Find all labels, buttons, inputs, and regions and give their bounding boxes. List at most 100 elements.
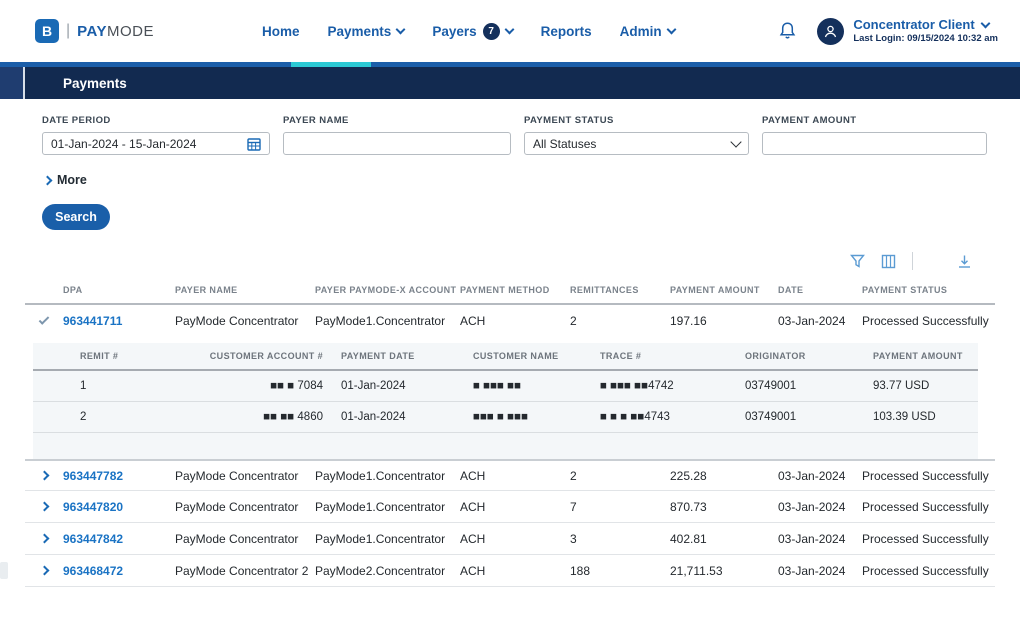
cell-method: ACH <box>460 469 570 483</box>
nav-admin-label: Admin <box>620 24 662 39</box>
cell-status: Processed Successfully <box>862 500 995 514</box>
table-row: 963468472 PayMode Concentrator 2 PayMode… <box>25 555 995 587</box>
col-date[interactable]: DATE <box>778 285 862 295</box>
remittance-subtable: REMIT # CUSTOMER ACCOUNT # PAYMENT DATE … <box>33 343 978 459</box>
subtable-row: 1 ■■ ■ 7084 01-Jan-2024 ■ ■■■ ■■ ■ ■■■ ■… <box>33 371 978 402</box>
search-button[interactable]: Search <box>42 204 110 230</box>
nav-admin[interactable]: Admin <box>620 24 675 39</box>
dpa-link[interactable]: 963468472 <box>63 564 175 578</box>
more-filters-toggle[interactable]: More <box>44 173 1020 187</box>
cell-remittances: 2 <box>570 469 670 483</box>
nav-payments[interactable]: Payments <box>328 24 405 39</box>
chevron-right-icon <box>39 471 49 481</box>
date-period-input[interactable] <box>42 132 270 155</box>
chevron-down-icon <box>980 18 990 28</box>
dpa-link[interactable]: 963447782 <box>63 469 175 483</box>
cell-date: 03-Jan-2024 <box>778 500 862 514</box>
expand-row-button[interactable] <box>25 535 63 542</box>
subcol-amount: PAYMENT AMOUNT <box>873 351 978 361</box>
cell-remittances: 2 <box>570 314 670 328</box>
cell-payer-name: PayMode Concentrator <box>175 469 315 483</box>
subtable-header-row: REMIT # CUSTOMER ACCOUNT # PAYMENT DATE … <box>33 343 978 371</box>
expand-row-button[interactable] <box>25 503 63 510</box>
nav-reports[interactable]: Reports <box>541 24 592 39</box>
collapse-row-button[interactable] <box>25 320 63 322</box>
col-dpa[interactable]: DPA <box>63 285 175 295</box>
subcell-remit: 1 <box>80 380 208 392</box>
payment-status-value: All Statuses <box>533 137 596 151</box>
expand-row-button[interactable] <box>25 472 63 479</box>
page-title: Payments <box>63 76 127 91</box>
subcol-remit: REMIT # <box>80 351 208 361</box>
table-header-row: DPA PAYER NAME PAYER PAYMODE-X ACCOUNT P… <box>25 285 995 305</box>
payer-name-input-wrap <box>283 132 511 155</box>
dpa-link[interactable]: 963441711 <box>63 314 175 328</box>
cell-method: ACH <box>460 314 570 328</box>
nav-home[interactable]: Home <box>262 24 300 39</box>
main-nav: Home Payments Payers 7 Reports Admin <box>262 23 675 40</box>
filter-icon[interactable] <box>850 254 865 269</box>
col-status[interactable]: PAYMENT STATUS <box>862 285 995 295</box>
brand-name: PAYMODE <box>77 23 154 40</box>
subcell-payment-date: 01-Jan-2024 <box>341 411 473 423</box>
user-name: Concentrator Client <box>853 17 974 33</box>
download-icon[interactable] <box>957 254 972 269</box>
payer-name-label: PAYER NAME <box>283 115 511 126</box>
brand-logo[interactable]: B | PAYMODE <box>35 19 154 43</box>
date-period-label: DATE PERIOD <box>42 115 270 126</box>
calendar-icon[interactable] <box>247 137 261 151</box>
chevron-down-icon <box>396 24 406 34</box>
payment-status-select[interactable]: All Statuses <box>524 132 749 155</box>
filters-section: DATE PERIOD PAYER NAME PAYMENT STATUS Al… <box>0 99 1020 155</box>
cell-amount: 870.73 <box>670 500 778 514</box>
nav-home-label: Home <box>262 24 300 39</box>
notifications-bell-icon[interactable] <box>778 21 797 41</box>
subcell-customer-account: ■■ ■ 7084 <box>208 380 341 392</box>
nav-payers[interactable]: Payers 7 <box>432 23 512 40</box>
cell-method: ACH <box>460 564 570 578</box>
active-tab-indicator <box>291 62 371 67</box>
table-row: 963441711 PayMode Concentrator PayMode1.… <box>25 305 995 337</box>
chevron-right-icon <box>43 175 53 185</box>
nav-payers-label: Payers <box>432 24 476 39</box>
dpa-link[interactable]: 963447842 <box>63 532 175 546</box>
expand-row-button[interactable] <box>25 567 63 574</box>
subcell-amount: 93.77 USD <box>873 380 978 392</box>
last-login: Last Login: 09/15/2024 10:32 am <box>853 33 998 45</box>
subcell-originator: 03749001 <box>745 411 873 423</box>
check-icon <box>39 314 50 325</box>
col-account[interactable]: PAYER PAYMODE-X ACCOUNT <box>315 285 460 295</box>
user-texts: Concentrator Client Last Login: 09/15/20… <box>853 17 998 45</box>
col-amount[interactable]: PAYMENT AMOUNT <box>670 285 778 295</box>
subcell-payment-date: 01-Jan-2024 <box>341 380 473 392</box>
brand-logo-icon: B <box>35 19 59 43</box>
subcol-customer-name: CUSTOMER NAME <box>473 351 600 361</box>
brand-divider: | <box>66 22 70 40</box>
dpa-link[interactable]: 963447820 <box>63 500 175 514</box>
date-period-value[interactable] <box>51 137 241 151</box>
payment-status-field: PAYMENT STATUS All Statuses <box>524 115 749 155</box>
chevron-right-icon <box>39 534 49 544</box>
page-title-bar: Payments <box>0 67 1020 99</box>
payment-amount-input[interactable] <box>771 137 978 151</box>
table-toolbar <box>0 251 972 271</box>
columns-icon[interactable] <box>881 254 896 269</box>
cell-account: PayMode1.Concentrator <box>315 314 460 328</box>
cell-account: PayMode2.Concentrator <box>315 564 460 578</box>
chevron-down-icon <box>504 24 514 34</box>
scrollbar-fragment <box>0 562 8 579</box>
brand-name-light: MODE <box>107 23 154 40</box>
payments-table: DPA PAYER NAME PAYER PAYMODE-X ACCOUNT P… <box>25 285 995 587</box>
col-method[interactable]: PAYMENT METHOD <box>460 285 570 295</box>
subcell-trace: ■ ■■■ ■■4742 <box>600 380 745 392</box>
col-payer-name[interactable]: PAYER NAME <box>175 285 315 295</box>
toolbar-divider <box>912 252 913 270</box>
page-title-bar-main: Payments <box>25 67 1020 99</box>
col-remittances[interactable]: REMITTANCES <box>570 285 670 295</box>
payer-name-input[interactable] <box>292 137 502 151</box>
cell-account: PayMode1.Concentrator <box>315 532 460 546</box>
subcell-customer-name: ■ ■■■ ■■ <box>473 380 600 392</box>
user-menu[interactable]: Concentrator Client Last Login: 09/15/20… <box>817 17 998 45</box>
subcell-originator: 03749001 <box>745 380 873 392</box>
subcell-trace: ■ ■ ■ ■■4743 <box>600 411 745 423</box>
